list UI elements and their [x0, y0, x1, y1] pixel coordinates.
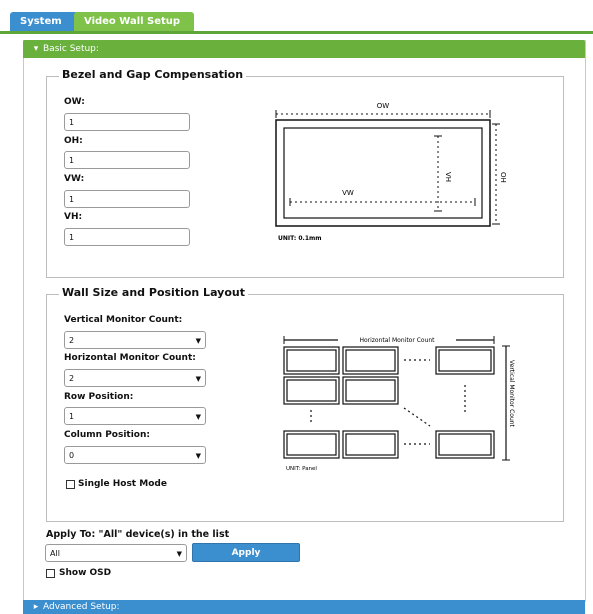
ow-diagram-label: OW [377, 102, 390, 110]
wall-layout-title: Wall Size and Position Layout [59, 286, 248, 299]
chevron-down-icon: ▼ [195, 375, 201, 383]
tab-video-wall-setup[interactable]: Video Wall Setup [74, 12, 194, 32]
apply-button[interactable]: Apply [192, 543, 300, 562]
show-osd-label: Show OSD [59, 568, 112, 578]
column-position-select[interactable]: 0 ▼ [64, 446, 206, 464]
horizontal-count-value: 2 [69, 374, 75, 383]
row-position-select[interactable]: 1 ▼ [64, 407, 206, 425]
basic-setup-title: Basic Setup: [43, 44, 99, 54]
bezel-unit-label: UNIT: 0.1mm [278, 235, 322, 242]
vh-input[interactable]: 1 [64, 228, 190, 246]
basic-setup-header[interactable]: ▾ Basic Setup: [23, 40, 585, 58]
monitor-tile [342, 346, 399, 375]
horizontal-count-diagram-label: Horizontal Monitor Count [359, 337, 435, 344]
monitor-tile [435, 346, 495, 375]
horizontal-count-label: Horizontal Monitor Count: [64, 353, 196, 363]
oh-input[interactable]: 1 [64, 151, 190, 169]
vh-diagram-label: VH [444, 172, 452, 182]
vertical-count-value: 2 [69, 336, 75, 345]
single-host-mode-label: Single Host Mode [78, 479, 167, 489]
vw-input[interactable]: 1 [64, 190, 190, 208]
row-position-label: Row Position: [64, 392, 134, 402]
column-position-value: 0 [69, 451, 75, 460]
triangle-right-icon: ▸ [33, 602, 39, 612]
outer-bezel-rect [275, 119, 491, 227]
chevron-down-icon: ▼ [195, 337, 201, 345]
monitor-tile [283, 430, 340, 459]
tab-bar-underline [0, 31, 593, 34]
wall-unit-label: UNIT: Panel [286, 466, 317, 472]
bezel-gap-title: Bezel and Gap Compensation [59, 68, 247, 81]
bezel-diagram: OW VH VW OH UNIT: 0.1mm [275, 102, 507, 242]
vertical-count-diagram-label: Vertical Monitor Count [508, 360, 515, 428]
vh-label: VH: [64, 212, 83, 222]
tab-system[interactable]: System [10, 12, 78, 32]
monitor-tile [342, 430, 399, 459]
vertical-count-select[interactable]: 2 ▼ [64, 331, 206, 349]
ow-label: OW: [64, 97, 85, 107]
monitor-tile [283, 376, 340, 405]
oh-label: OH: [64, 136, 83, 146]
vw-diagram-label: VW [342, 189, 354, 197]
chevron-down-icon: ▼ [176, 550, 182, 558]
show-osd-checkbox[interactable] [46, 569, 55, 578]
monitor-tile [283, 346, 340, 375]
triangle-down-icon: ▾ [33, 44, 39, 54]
monitor-tile [342, 376, 399, 405]
advanced-setup-header[interactable]: ▸ Advanced Setup: [23, 600, 585, 614]
tab-bar: System Video Wall Setup [0, 0, 593, 34]
apply-target-value: All [50, 549, 60, 558]
chevron-down-icon: ▼ [195, 413, 201, 421]
apply-target-select[interactable]: All ▼ [45, 544, 187, 562]
vw-label: VW: [64, 174, 85, 184]
monitor-tile [435, 430, 495, 459]
advanced-setup-title: Advanced Setup: [43, 602, 120, 612]
chevron-down-icon: ▼ [195, 452, 201, 460]
single-host-mode-checkbox[interactable] [66, 480, 75, 489]
ow-input[interactable]: 1 [64, 113, 190, 131]
wall-layout-diagram: Horizontal Monitor Count Vertical Monito… [283, 335, 515, 472]
monitor-tiles [283, 346, 495, 459]
apply-to-label: Apply To: "All" device(s) in the list [46, 529, 230, 540]
oh-diagram-label: OH [499, 172, 507, 183]
horizontal-count-select[interactable]: 2 ▼ [64, 369, 206, 387]
column-position-label: Column Position: [64, 430, 150, 440]
row-position-value: 1 [69, 412, 75, 421]
vertical-count-label: Vertical Monitor Count: [64, 315, 183, 325]
